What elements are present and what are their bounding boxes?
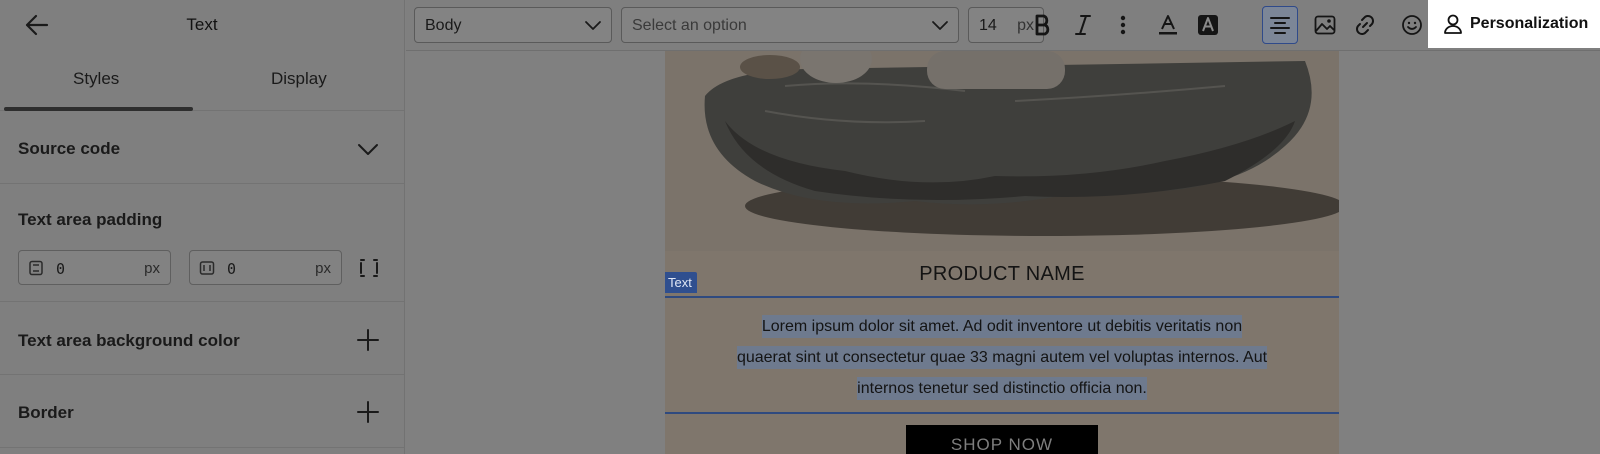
padding-vertical-icon	[29, 260, 43, 276]
image-icon[interactable]	[1312, 12, 1338, 38]
text-style-select[interactable]: Body	[414, 7, 612, 43]
padding-horizontal-unit: px	[315, 260, 331, 277]
plus-icon[interactable]	[356, 328, 380, 352]
chevron-down-icon	[585, 21, 601, 30]
selected-paragraph-text[interactable]: Lorem ipsum dolor sit amet. Ad odit inve…	[736, 315, 1268, 400]
padding-label: Text area padding	[18, 210, 163, 229]
personalization-button[interactable]: Personalization	[1428, 0, 1600, 48]
font-family-select[interactable]: Select an option	[621, 7, 959, 43]
selected-text-block[interactable]: Lorem ipsum dolor sit amet. Ad odit inve…	[665, 296, 1339, 414]
border-section[interactable]: Border	[0, 375, 404, 448]
text-block-tag: Text	[665, 272, 697, 293]
sidebar-title: Text	[186, 15, 218, 34]
email-template: PRODUCT NAME Text Lorem ipsum dolor sit …	[665, 51, 1339, 454]
font-family-placeholder: Select an option	[632, 17, 747, 34]
plus-icon[interactable]	[356, 400, 380, 424]
user-icon	[1444, 14, 1462, 34]
source-code-section[interactable]: Source code	[0, 111, 404, 184]
padding-individual-sides-icon[interactable]	[357, 256, 381, 280]
product-name-heading[interactable]: PRODUCT NAME	[665, 263, 1339, 286]
tab-display[interactable]: Display	[271, 69, 327, 89]
settings-sidebar: Text Styles Display Source code Text are…	[0, 0, 405, 454]
background-color-label: Text area background color	[18, 331, 240, 350]
text-color-icon[interactable]	[1155, 12, 1181, 38]
more-vertical-icon[interactable]	[1110, 12, 1136, 38]
bold-icon[interactable]	[1030, 12, 1056, 38]
sidebar-tabs: Styles Display	[0, 50, 404, 111]
padding-vertical-value[interactable]: 0	[56, 260, 65, 278]
text-area-padding-section: Text area padding 0 px 0 px	[0, 184, 404, 302]
highlight-icon[interactable]	[1195, 12, 1221, 38]
text-style-value: Body	[425, 17, 462, 34]
padding-vertical-input[interactable]: 0 px	[18, 250, 171, 285]
link-icon[interactable]	[1352, 12, 1378, 38]
sidebar-header: Text	[0, 0, 404, 50]
shop-now-button[interactable]: SHOP NOW	[906, 425, 1098, 454]
product-image[interactable]	[665, 51, 1339, 251]
chevron-down-icon[interactable]	[356, 137, 380, 161]
align-center-icon[interactable]	[1262, 6, 1298, 44]
tab-styles[interactable]: Styles	[73, 69, 119, 89]
font-size-value[interactable]: 14	[979, 17, 997, 35]
source-code-label: Source code	[18, 139, 121, 158]
padding-horizontal-icon	[199, 261, 215, 275]
italic-icon[interactable]	[1070, 12, 1096, 38]
padding-horizontal-value[interactable]: 0	[227, 260, 236, 278]
padding-horizontal-input[interactable]: 0 px	[189, 250, 342, 285]
email-canvas: PRODUCT NAME Text Lorem ipsum dolor sit …	[406, 51, 1600, 454]
text-format-toolbar: Body Select an option 14 px Personalizat…	[406, 0, 1600, 51]
background-color-section[interactable]: Text area background color	[0, 302, 404, 375]
personalization-label: Personalization	[1470, 15, 1589, 32]
padding-vertical-unit: px	[144, 260, 160, 277]
border-label: Border	[18, 403, 74, 422]
emoji-icon[interactable]	[1399, 12, 1425, 38]
text-block-paragraph[interactable]: Lorem ipsum dolor sit amet. Ad odit inve…	[735, 311, 1269, 404]
chevron-down-icon	[932, 21, 948, 30]
